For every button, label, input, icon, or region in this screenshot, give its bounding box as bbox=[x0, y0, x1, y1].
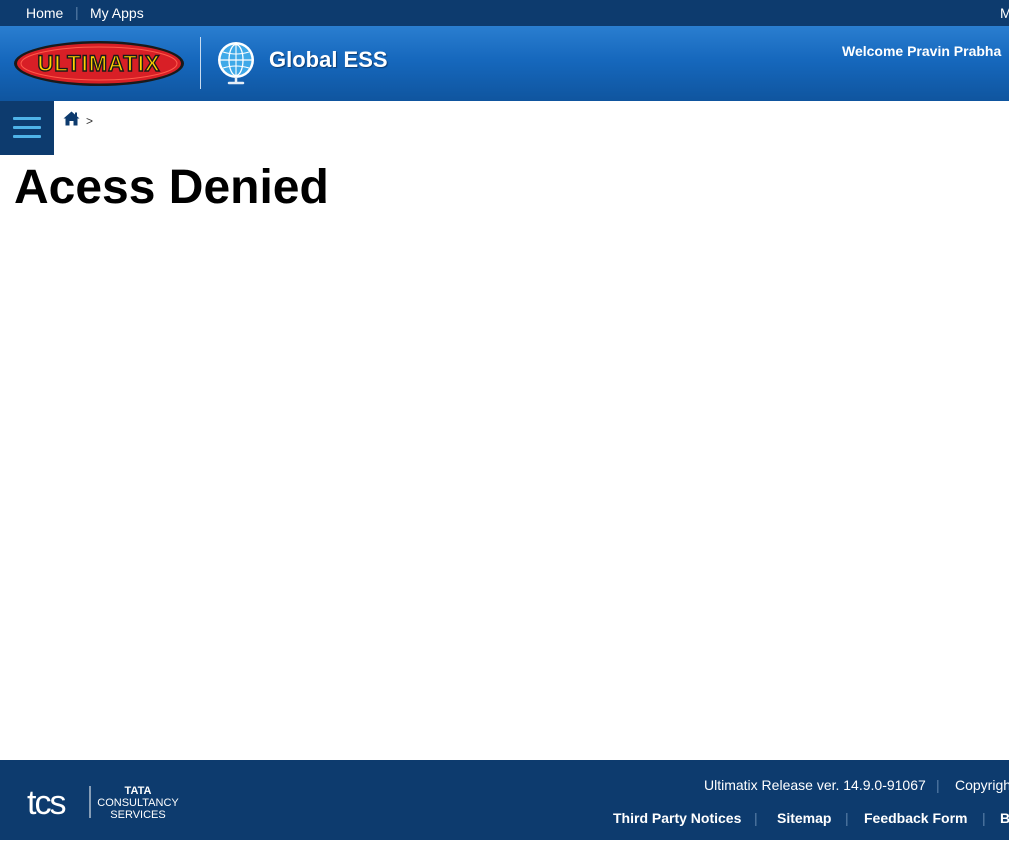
footer-link-sitemap[interactable]: Sitemap bbox=[777, 810, 831, 826]
app-header: ULTIMATIX Global ESS Welcome Pravin Prab… bbox=[0, 26, 1009, 101]
footer-link-third-party-notices[interactable]: Third Party Notices bbox=[613, 810, 741, 826]
menu-icon-bar bbox=[13, 135, 41, 138]
top-link-separator: | bbox=[75, 4, 79, 20]
footer-link-feedback-form[interactable]: Feedback Form bbox=[864, 810, 967, 826]
hamburger-menu-button[interactable] bbox=[0, 101, 54, 155]
footer-separator: | bbox=[845, 810, 849, 826]
header-divider bbox=[200, 37, 201, 89]
tcs-line-2: CONSULTANCY bbox=[97, 797, 179, 809]
logo-wordmark: ULTIMATIX bbox=[37, 51, 160, 76]
globe-icon bbox=[218, 42, 254, 85]
tcs-line-3: SERVICES bbox=[110, 809, 165, 821]
copyright-text: Copyrigh bbox=[955, 777, 1009, 793]
menu-icon-bar bbox=[13, 126, 41, 129]
ultimatix-logo[interactable]: ULTIMATIX bbox=[13, 40, 185, 87]
app-title: Global ESS bbox=[269, 47, 388, 72]
tcs-logo: tcs TATA CONSULTANCY SERVICES bbox=[27, 784, 179, 822]
tcs-mark: tcs bbox=[27, 784, 65, 822]
breadcrumb-separator: > bbox=[86, 114, 94, 128]
top-link-my-apps[interactable]: My Apps bbox=[90, 5, 144, 21]
home-icon[interactable] bbox=[63, 111, 80, 126]
footer-link-partial[interactable]: B bbox=[1000, 810, 1009, 826]
page-footer: tcs TATA CONSULTANCY SERVICES Ultimatix … bbox=[0, 760, 1009, 840]
welcome-message: Welcome Pravin Prabha bbox=[842, 43, 1002, 59]
menu-icon-bar bbox=[13, 117, 41, 120]
footer-separator: | bbox=[754, 810, 758, 826]
page-title: Acess Denied bbox=[14, 161, 329, 214]
top-nav-bar: Home | My Apps M bbox=[0, 0, 1009, 26]
top-link-right[interactable]: M bbox=[1000, 5, 1009, 21]
release-version: Ultimatix Release ver. 14.9.0-91067 bbox=[704, 777, 926, 793]
footer-separator: | bbox=[982, 810, 986, 826]
footer-separator: | bbox=[936, 777, 940, 793]
tcs-line-1: TATA bbox=[125, 785, 152, 797]
top-link-home[interactable]: Home bbox=[26, 5, 63, 21]
